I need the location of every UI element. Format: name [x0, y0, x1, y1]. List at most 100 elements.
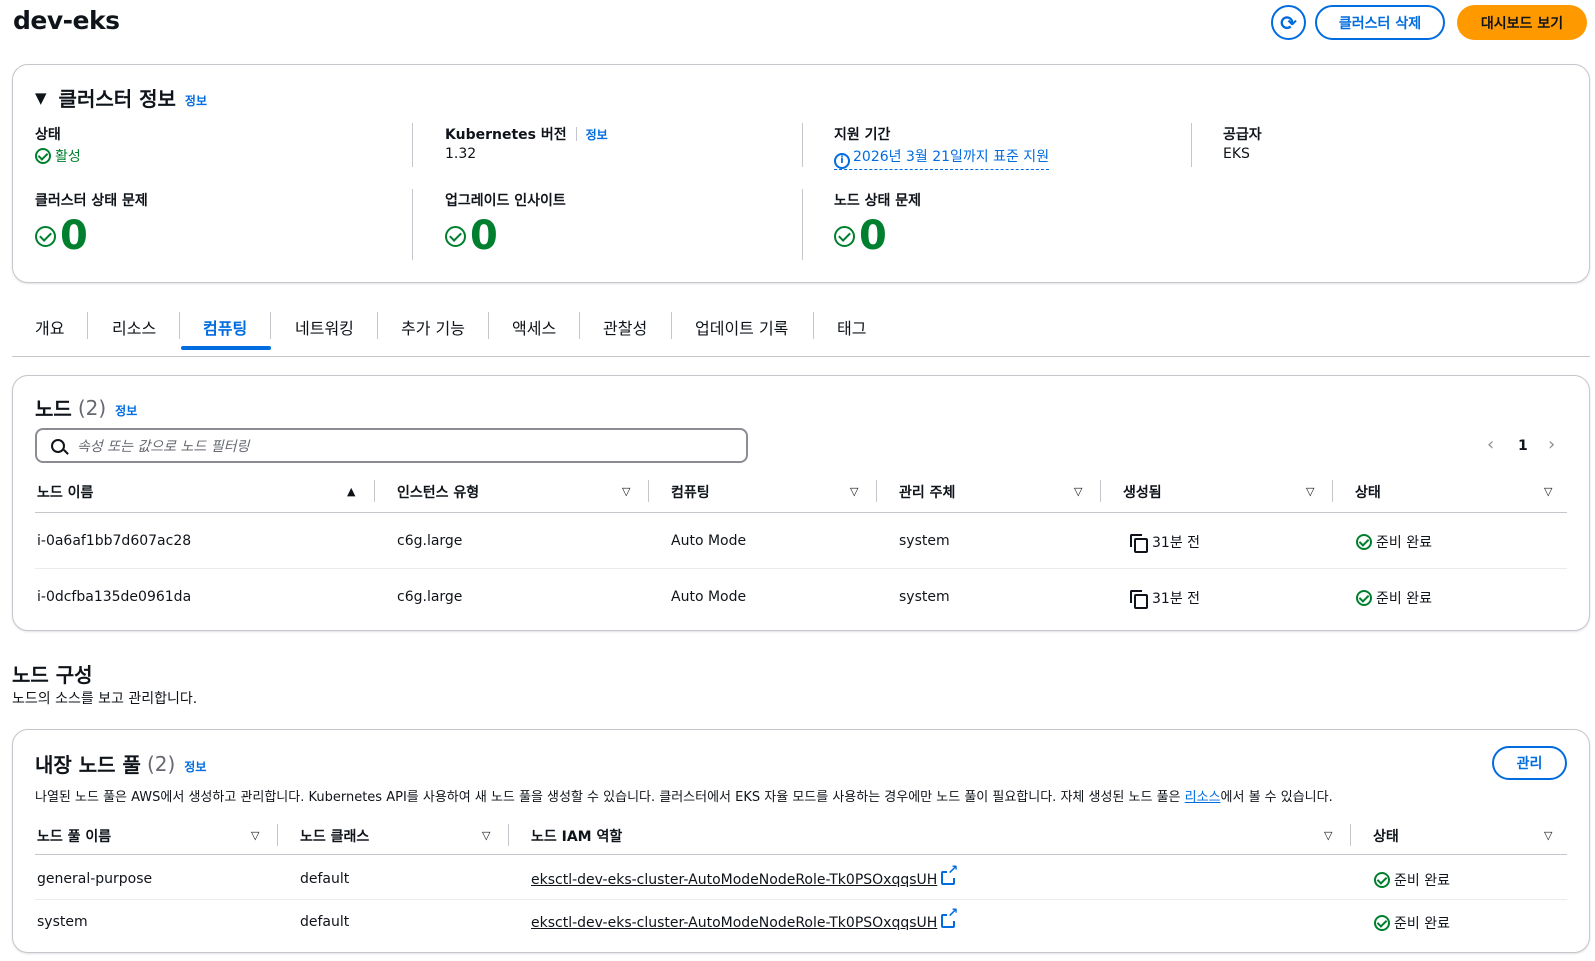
col-created[interactable]: 생성됨	[1123, 482, 1162, 502]
managed-by-link[interactable]: system	[899, 589, 950, 605]
check-circle-icon	[445, 225, 466, 247]
resources-link[interactable]: 리소스	[1185, 790, 1221, 805]
node-health-value: 0	[834, 214, 887, 258]
sort-icon[interactable]: ▽	[1074, 485, 1082, 498]
node-pools-description: 나열된 노드 풀은 AWS에서 생성하고 관리합니다. Kubernetes A…	[35, 790, 1333, 805]
search-icon	[51, 438, 69, 455]
col-node-iam-role[interactable]: 노드 IAM 역할	[531, 826, 622, 846]
created-time: 31분 전	[1130, 588, 1200, 609]
prev-page-icon[interactable]: ‹	[1487, 434, 1494, 455]
tab-divider	[87, 312, 88, 339]
instance-type: c6g.large	[397, 589, 463, 605]
manage-button[interactable]: 관리	[1492, 746, 1567, 780]
refresh-button[interactable]: ⟳	[1271, 5, 1306, 40]
info-circle-icon: i	[834, 153, 850, 169]
compute-type: Auto Mode	[671, 589, 747, 605]
tab-divider	[270, 312, 271, 339]
check-circle-icon	[1356, 534, 1372, 550]
col-node-name[interactable]: 노드 이름	[37, 482, 93, 502]
col-status[interactable]: 상태	[1355, 482, 1381, 502]
tab-divider	[377, 312, 378, 339]
cluster-health-value: 0	[35, 214, 88, 258]
status-ready: 준비 완료	[1374, 913, 1450, 933]
check-circle-icon	[1374, 915, 1390, 931]
nodes-info-link[interactable]: 정보	[115, 402, 137, 419]
node-pools-info-link[interactable]: 정보	[184, 758, 206, 775]
pool-name-link[interactable]: system	[37, 914, 88, 930]
node-name-link[interactable]: i-0dcfba135de0961da	[37, 589, 191, 605]
caret-down-icon: ▼	[35, 88, 47, 107]
tab-resources[interactable]: 리소스	[112, 315, 156, 338]
status-label: 상태	[35, 127, 61, 143]
tab-access[interactable]: 액세스	[512, 315, 556, 338]
k8s-info-link[interactable]: 정보	[586, 128, 608, 142]
refresh-icon: ⟳	[1280, 10, 1297, 35]
copy-icon[interactable]	[1130, 590, 1148, 609]
tab-divider	[579, 312, 580, 339]
cluster-info-link[interactable]: 정보	[185, 92, 207, 109]
divider	[412, 123, 413, 167]
col-divider	[277, 824, 278, 846]
cluster-info-heading[interactable]: ▼ 클러스터 정보 정보	[35, 83, 207, 112]
tab-networking[interactable]: 네트워킹	[295, 315, 354, 338]
provider-value: EKS	[1223, 146, 1250, 162]
managed-by-link[interactable]: system	[899, 533, 950, 549]
sort-icon[interactable]: ▽	[1324, 829, 1332, 842]
tab-observability[interactable]: 관찰성	[603, 315, 647, 338]
row-divider	[35, 568, 1567, 569]
sort-icon[interactable]: ▽	[850, 485, 858, 498]
iam-role-link[interactable]: eksctl-dev-eks-cluster-AutoModeNodeRole-…	[531, 864, 959, 888]
node-filter-input[interactable]: 속성 또는 값으로 노드 필터링	[35, 428, 748, 463]
col-divider	[508, 824, 509, 846]
col-divider	[876, 480, 877, 502]
delete-cluster-button[interactable]: 클러스터 삭제	[1315, 5, 1445, 40]
col-pool-name[interactable]: 노드 풀 이름	[37, 826, 111, 846]
node-name-link[interactable]: i-0a6af1bb7d607ac28	[37, 533, 191, 549]
tab-update-history[interactable]: 업데이트 기록	[695, 315, 788, 338]
sort-icon[interactable]: ▽	[1306, 485, 1314, 498]
tab-compute[interactable]: 컴퓨팅	[203, 315, 247, 338]
node-health-label: 노드 상태 문제	[834, 193, 922, 209]
check-circle-icon	[834, 225, 855, 247]
tab-overview[interactable]: 개요	[35, 315, 64, 338]
sort-icon[interactable]: ▽	[1544, 829, 1552, 842]
row-divider	[35, 899, 1567, 900]
pool-name-link[interactable]: general-purpose	[37, 871, 152, 887]
view-dashboard-button[interactable]: 대시보드 보기	[1457, 5, 1587, 40]
sort-icon[interactable]: ▽	[482, 829, 490, 842]
divider	[802, 189, 803, 260]
sort-icon[interactable]: ▽	[1544, 485, 1552, 498]
tab-divider	[671, 312, 672, 339]
copy-icon[interactable]	[1130, 534, 1148, 553]
check-circle-icon	[35, 148, 51, 164]
divider	[412, 189, 413, 260]
tab-add-ons[interactable]: 추가 기능	[401, 315, 465, 338]
instance-type: c6g.large	[397, 533, 463, 549]
k8s-version-value: 1.32	[445, 146, 477, 162]
iam-role-link[interactable]: eksctl-dev-eks-cluster-AutoModeNodeRole-…	[531, 907, 959, 931]
col-pool-status[interactable]: 상태	[1373, 826, 1399, 846]
col-compute[interactable]: 컴퓨팅	[671, 482, 710, 502]
node-config-subtitle: 노드의 소스를 보고 관리합니다.	[12, 691, 198, 707]
status-ready: 준비 완료	[1356, 532, 1432, 552]
compute-type: Auto Mode	[671, 533, 747, 549]
col-instance-type[interactable]: 인스턴스 유형	[397, 482, 479, 502]
support-period-link[interactable]: i 2026년 3월 21일까지 표준 지원	[834, 146, 1050, 170]
status-value: 활성	[35, 146, 81, 166]
divider	[1191, 123, 1192, 167]
col-node-class[interactable]: 노드 클래스	[300, 826, 369, 846]
tab-tags[interactable]: 태그	[837, 315, 866, 338]
tab-divider	[179, 312, 180, 339]
col-managed-by[interactable]: 관리 주체	[899, 482, 955, 502]
next-page-icon[interactable]: ›	[1548, 434, 1555, 455]
sort-icon[interactable]: ▽	[622, 485, 630, 498]
sort-ascending-icon[interactable]: ▲	[347, 485, 355, 498]
current-page[interactable]: 1	[1518, 438, 1528, 454]
tab-divider	[813, 312, 814, 339]
sort-icon[interactable]: ▽	[251, 829, 259, 842]
check-circle-icon	[35, 225, 56, 247]
node-class-link[interactable]: default	[300, 871, 349, 887]
k8s-version-label: Kubernetes 버전 정보	[445, 127, 608, 143]
node-class-link[interactable]: default	[300, 914, 349, 930]
cluster-info-card	[12, 64, 1590, 283]
